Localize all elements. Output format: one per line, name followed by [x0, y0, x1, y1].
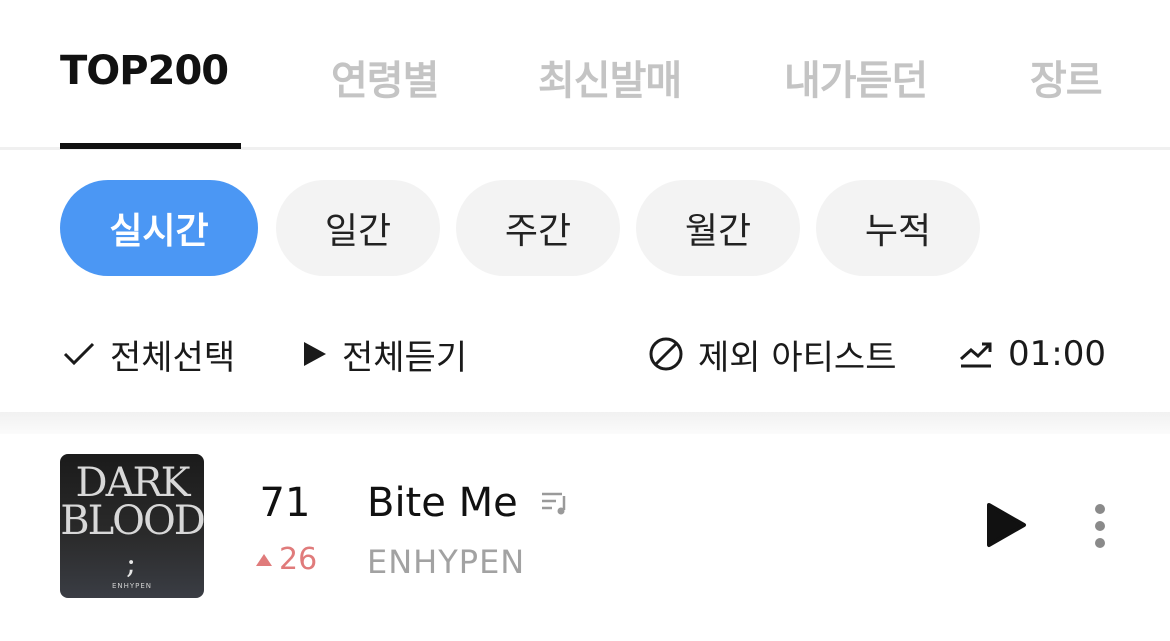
section-divider — [0, 412, 1170, 434]
chip-daily[interactable]: 일간 — [276, 180, 440, 276]
select-all-button[interactable]: 전체선택 — [62, 330, 235, 378]
chip-monthly[interactable]: 월간 — [636, 180, 800, 276]
rank-change-value: 26 — [279, 542, 318, 577]
more-options-icon[interactable] — [1092, 503, 1108, 555]
cover-artist-text: ENHYPEN — [111, 582, 153, 590]
chip-cumulative[interactable]: 누적 — [816, 180, 980, 276]
lyrics-icon[interactable] — [540, 490, 570, 520]
tab-by-age[interactable]: 연령별 — [331, 48, 439, 106]
exclude-artist-button[interactable]: 제외 아티스트 — [648, 330, 897, 378]
chart-time-value: 01:00 — [1008, 334, 1106, 374]
active-tab-indicator — [60, 143, 241, 149]
song-play-button[interactable] — [985, 502, 1027, 552]
tab-new-release[interactable]: 최신발매 — [538, 48, 682, 106]
cover-mark: ; — [126, 546, 137, 581]
rank-change: 26 — [256, 542, 317, 577]
tab-my-history[interactable]: 내가듣던 — [784, 48, 928, 106]
exclude-artist-label: 제외 아티스트 — [698, 337, 897, 378]
play-all-label: 전체듣기 — [342, 337, 468, 378]
cover-text-line2: BLOOD — [60, 498, 204, 544]
song-rank: 71 — [259, 480, 311, 526]
tab-top200[interactable]: TOP200 — [60, 48, 229, 94]
album-cover[interactable]: DARK BLOOD ; ENHYPEN — [60, 454, 204, 598]
chart-time[interactable]: 01:00 — [958, 330, 1106, 378]
play-icon — [302, 340, 328, 368]
checkmark-icon — [62, 341, 96, 367]
song-title[interactable]: Bite Me — [367, 480, 518, 526]
chip-realtime[interactable]: 실시간 — [60, 180, 258, 276]
tab-genre[interactable]: 장르 — [1030, 48, 1103, 106]
block-icon — [648, 336, 684, 372]
select-all-label: 전체선택 — [110, 337, 236, 378]
trend-chart-icon — [958, 339, 994, 369]
chip-weekly[interactable]: 주간 — [456, 180, 620, 276]
song-artist[interactable]: ENHYPEN — [367, 543, 525, 581]
rank-up-icon — [256, 553, 272, 566]
play-all-button[interactable]: 전체듣기 — [302, 330, 467, 378]
chart-tabs: TOP200 연령별 최신발매 내가듣던 장르 — [0, 0, 1170, 150]
